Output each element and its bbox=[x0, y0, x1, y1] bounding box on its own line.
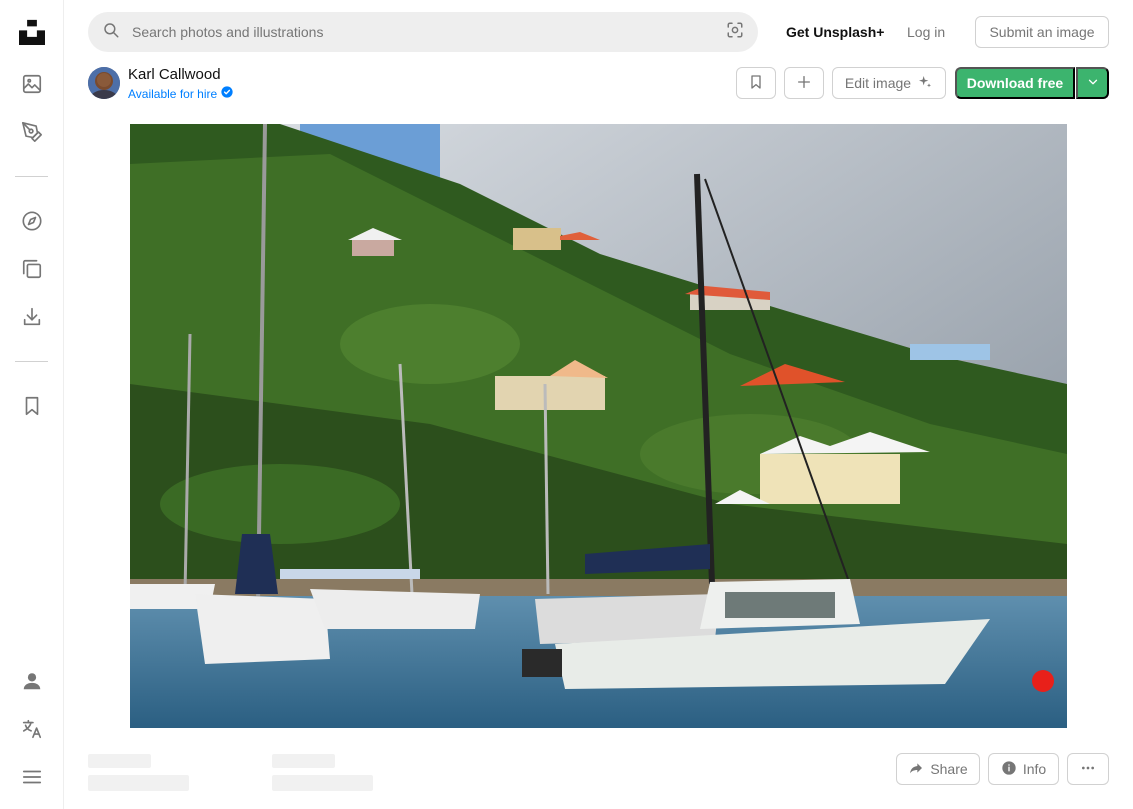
hire-label: Available for hire bbox=[128, 86, 218, 101]
stat-skeleton bbox=[272, 775, 373, 791]
sidebar-divider bbox=[15, 176, 48, 177]
author-name[interactable]: Karl Callwood bbox=[128, 66, 221, 83]
submit-image-button[interactable]: Submit an image bbox=[975, 16, 1109, 48]
photos-icon[interactable] bbox=[16, 68, 48, 100]
download-free-button[interactable]: Download free bbox=[955, 67, 1075, 99]
visual-search-icon[interactable] bbox=[726, 21, 744, 44]
download-icon[interactable] bbox=[16, 301, 48, 333]
unsplash-logo[interactable] bbox=[16, 16, 48, 48]
more-icon bbox=[1080, 760, 1096, 779]
chevron-down-icon bbox=[1086, 75, 1100, 92]
available-for-hire[interactable]: Available for hire bbox=[128, 86, 233, 101]
stat-skeleton bbox=[272, 754, 335, 768]
search-input[interactable] bbox=[120, 24, 726, 40]
search-icon[interactable] bbox=[102, 21, 120, 44]
plus-icon bbox=[796, 74, 812, 93]
more-actions-button[interactable] bbox=[1067, 753, 1109, 785]
avatar[interactable] bbox=[88, 67, 120, 99]
login-link[interactable]: Log in bbox=[907, 22, 945, 42]
sidebar bbox=[0, 0, 64, 809]
info-label: Info bbox=[1022, 761, 1047, 777]
illustrations-icon[interactable] bbox=[16, 116, 48, 148]
explore-icon[interactable] bbox=[16, 205, 48, 237]
sidebar-divider bbox=[15, 361, 48, 362]
download-options-button[interactable] bbox=[1076, 67, 1109, 99]
edit-image-label: Edit image bbox=[844, 75, 912, 91]
menu-icon[interactable] bbox=[16, 761, 48, 793]
bookmark-button[interactable] bbox=[736, 67, 776, 99]
collections-icon[interactable] bbox=[16, 253, 48, 285]
stat-skeleton bbox=[88, 754, 151, 768]
verified-badge-icon bbox=[221, 86, 233, 101]
share-icon bbox=[908, 760, 924, 779]
add-to-collection-button[interactable] bbox=[784, 67, 824, 99]
main-photo[interactable] bbox=[130, 124, 1067, 728]
language-icon[interactable] bbox=[16, 713, 48, 745]
bookmark-icon bbox=[748, 74, 764, 93]
sparkle-icon bbox=[917, 74, 933, 93]
info-button[interactable]: Info bbox=[988, 753, 1059, 785]
search-bar bbox=[88, 12, 758, 52]
user-icon[interactable] bbox=[16, 665, 48, 697]
share-button[interactable]: Share bbox=[896, 753, 980, 785]
share-label: Share bbox=[930, 761, 968, 777]
stat-skeleton bbox=[88, 775, 189, 791]
edit-image-button[interactable]: Edit image bbox=[832, 67, 946, 99]
get-unsplash-plus-link[interactable]: Get Unsplash+ bbox=[786, 22, 884, 42]
bookmark-icon[interactable] bbox=[16, 390, 48, 422]
info-icon bbox=[1001, 760, 1017, 779]
